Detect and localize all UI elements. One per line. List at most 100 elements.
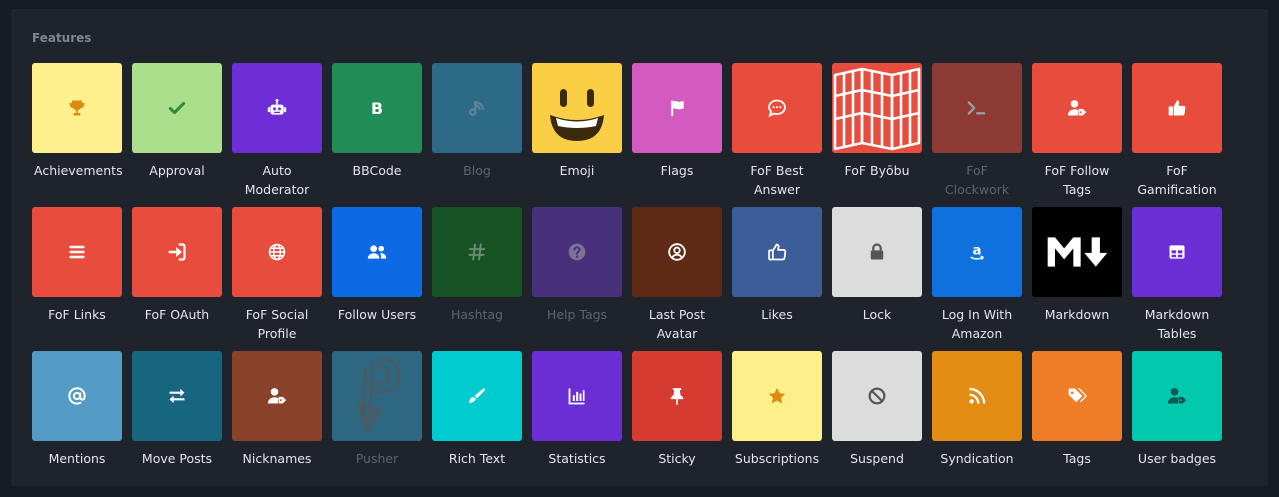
exchange-arrows-icon: [132, 351, 222, 441]
extension-tile[interactable]: Mentions: [32, 351, 122, 468]
extension-tile[interactable]: Nicknames: [232, 351, 322, 468]
extension-label: Move Posts: [141, 451, 213, 466]
extension-tile[interactable]: FoF Byōbu: [832, 63, 922, 180]
pusher-logo-icon: [332, 351, 422, 441]
extension-tile[interactable]: Likes: [732, 207, 822, 324]
extension-tile[interactable]: Syndication: [932, 351, 1022, 468]
extension-label: FoF Clockwork: [944, 163, 1010, 197]
extension-tile[interactable]: FoF Links: [32, 207, 122, 324]
thumbtack-icon: [632, 351, 722, 441]
extension-label: FoF Byōbu: [844, 163, 910, 178]
rss-icon: [932, 351, 1022, 441]
extension-label: Emoji: [559, 163, 595, 178]
trophy-icon: [32, 63, 122, 153]
extension-label: FoF OAuth: [144, 307, 210, 322]
extension-tile[interactable]: Blog: [432, 63, 522, 180]
extension-tile[interactable]: Follow Users: [332, 207, 422, 324]
extension-label: Subscriptions: [734, 451, 820, 466]
extension-label: Flags: [660, 163, 694, 178]
extension-tile[interactable]: Pusher: [332, 351, 422, 468]
extension-label: Syndication: [940, 451, 1014, 466]
extension-tile[interactable]: FoF Best Answer: [732, 63, 822, 199]
extension-label: Approval: [149, 163, 205, 178]
extension-tile[interactable]: Flags: [632, 63, 722, 180]
extension-tile[interactable]: Emoji: [532, 63, 622, 180]
extension-tile[interactable]: FoF Gamification: [1132, 63, 1222, 199]
thumbs-up-icon: [1132, 63, 1222, 153]
extension-tile[interactable]: Move Posts: [132, 351, 222, 468]
extension-tile[interactable]: Subscriptions: [732, 351, 822, 468]
ban-icon: [832, 351, 922, 441]
extension-tile[interactable]: Achievements: [32, 63, 123, 180]
extension-label: Blog: [463, 163, 491, 178]
extension-tile[interactable]: Sticky: [632, 351, 722, 468]
markdown-icon: [1032, 207, 1122, 297]
terminal-icon: [932, 63, 1022, 153]
extension-label: FoF Links: [48, 307, 106, 322]
extension-label: Mentions: [48, 451, 106, 466]
extension-label: Hashtag: [451, 307, 503, 322]
extension-label: Nicknames: [242, 451, 312, 466]
extension-label: Tags: [1063, 451, 1091, 466]
extension-tile[interactable]: Approval: [132, 63, 222, 180]
thumbs-up-outline-icon: [732, 207, 822, 297]
users-icon: [332, 207, 422, 297]
extension-tile[interactable]: Auto Moderator: [232, 63, 322, 199]
folding-screen-icon: [832, 63, 922, 153]
extension-tile[interactable]: Rich Text: [432, 351, 522, 468]
blog-icon: [432, 63, 522, 153]
extension-tile[interactable]: Suspend: [832, 351, 922, 468]
globe-icon: [232, 207, 322, 297]
extension-label: FoF Gamification: [1137, 163, 1217, 197]
extension-label: Auto Moderator: [244, 163, 310, 197]
extension-tile[interactable]: Tags: [1032, 351, 1122, 468]
amazon-icon: a: [932, 207, 1022, 297]
extension-tile[interactable]: Hashtag: [432, 207, 522, 324]
svg-text:a: a: [973, 244, 982, 259]
extension-tile[interactable]: Help Tags: [532, 207, 622, 324]
check-icon: [132, 63, 222, 153]
extension-label: Markdown Tables: [1144, 307, 1210, 341]
extension-label: FoF Social Profile: [245, 307, 309, 341]
at-sign-icon: [32, 351, 122, 441]
extension-tile[interactable]: B BBCode: [332, 63, 422, 180]
extension-label: Markdown: [1044, 307, 1110, 322]
user-tag-icon: [1032, 63, 1122, 153]
extension-tile[interactable]: User badges: [1132, 351, 1222, 468]
extension-label: BBCode: [352, 163, 402, 178]
extension-label: Suspend: [850, 451, 904, 466]
table-icon: [1132, 207, 1222, 297]
extension-tile[interactable]: FoF Follow Tags: [1032, 63, 1122, 199]
extension-label: Follow Users: [337, 307, 417, 322]
extension-label: Sticky: [658, 451, 696, 466]
extension-tile[interactable]: Markdown: [1032, 207, 1122, 324]
extension-label: Likes: [761, 307, 793, 322]
robot-icon: [232, 63, 322, 153]
extension-label: Log In With Amazon: [941, 307, 1013, 341]
extension-tile[interactable]: Markdown Tables: [1132, 207, 1222, 343]
extension-label: Statistics: [548, 451, 606, 466]
question-circle-icon: [532, 207, 622, 297]
emoji-smiley-icon: [532, 63, 622, 153]
extension-tile[interactable]: Statistics: [532, 351, 622, 468]
extension-tile[interactable]: FoF OAuth: [132, 207, 222, 324]
extension-label: FoF Follow Tags: [1044, 163, 1110, 197]
extension-tile[interactable]: FoF Social Profile: [232, 207, 322, 343]
extension-label: Last Post Avatar: [648, 307, 706, 341]
tags-icon: [1032, 351, 1122, 441]
svg-text:B: B: [371, 99, 383, 118]
bars-icon: [32, 207, 122, 297]
bar-chart-icon: [532, 351, 622, 441]
section-heading: Features: [32, 31, 92, 45]
extension-tile[interactable]: Last Post Avatar: [632, 207, 722, 343]
extension-tile[interactable]: Lock: [832, 207, 922, 324]
flag-icon: [632, 63, 722, 153]
extension-label: Pusher: [355, 451, 399, 466]
extension-tile[interactable]: a Log In With Amazon: [932, 207, 1022, 343]
extension-tile[interactable]: FoF Clockwork: [932, 63, 1022, 199]
lock-icon: [832, 207, 922, 297]
extension-label: Lock: [862, 307, 892, 322]
user-badge-icon: [1132, 351, 1222, 441]
speech-bubble-icon: [732, 63, 822, 153]
sign-in-icon: [132, 207, 222, 297]
